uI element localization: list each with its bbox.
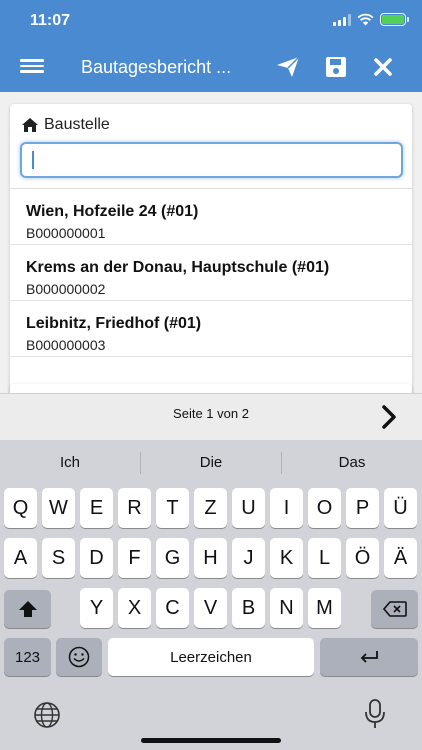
key-e[interactable]: E	[80, 488, 113, 528]
suggestion-2[interactable]: Die	[141, 454, 281, 471]
shift-key[interactable]	[4, 590, 51, 628]
key-z[interactable]: Z	[194, 488, 227, 528]
backspace-icon	[382, 601, 407, 617]
emoji-key[interactable]	[56, 638, 102, 676]
numbers-key[interactable]: 123	[4, 638, 51, 676]
wifi-icon	[357, 13, 374, 26]
key-k[interactable]: K	[270, 538, 303, 578]
battery-icon	[380, 13, 409, 26]
key-t[interactable]: T	[156, 488, 189, 528]
send-icon[interactable]	[275, 54, 301, 80]
key-c[interactable]: C	[156, 588, 189, 628]
home-icon	[22, 118, 38, 132]
field-label-text: Baustelle	[44, 116, 110, 133]
search-input[interactable]	[20, 142, 403, 178]
key-ü[interactable]: Ü	[384, 488, 417, 528]
result-code: B000000001	[26, 225, 106, 241]
key-v[interactable]: V	[194, 588, 227, 628]
app-bar: Bautagesbericht ...	[0, 42, 422, 92]
save-icon[interactable]	[323, 54, 349, 80]
key-f[interactable]: F	[118, 538, 151, 578]
pager: Seite 1 von 2	[0, 393, 422, 440]
key-g[interactable]: G	[156, 538, 189, 578]
emoji-icon	[68, 646, 90, 668]
key-r[interactable]: R	[118, 488, 151, 528]
status-bar: 11:07	[0, 0, 422, 42]
key-ö[interactable]: Ö	[346, 538, 379, 578]
space-key[interactable]: Leerzeichen	[108, 638, 314, 676]
key-p[interactable]: P	[346, 488, 379, 528]
key-m[interactable]: M	[308, 588, 341, 628]
results-list: Wien, Hofzeile 24 (#01) B000000001 Krems…	[10, 188, 412, 357]
list-item[interactable]: Krems an der Donau, Hauptschule (#01) B0…	[10, 245, 412, 301]
page-label: Seite 1 von 2	[173, 406, 249, 421]
suggestion-bar: Ich Die Das	[0, 440, 422, 484]
hamburger-icon	[20, 59, 44, 62]
key-s[interactable]: S	[42, 538, 75, 578]
status-icons	[333, 13, 409, 26]
key-j[interactable]: J	[232, 538, 265, 578]
key-q[interactable]: Q	[4, 488, 37, 528]
suggestion-1[interactable]: Ich	[0, 454, 140, 471]
cellular-signal-icon	[333, 13, 351, 26]
baustelle-card: Baustelle Wien, Hofzeile 24 (#01) B00000…	[10, 104, 412, 393]
return-key[interactable]	[320, 638, 418, 676]
globe-icon[interactable]	[32, 700, 62, 730]
key-ä[interactable]: Ä	[384, 538, 417, 578]
key-h[interactable]: H	[194, 538, 227, 578]
key-x[interactable]: X	[118, 588, 151, 628]
key-y[interactable]: Y	[80, 588, 113, 628]
home-indicator	[141, 738, 281, 743]
result-name: Wien, Hofzeile 24 (#01)	[26, 203, 199, 220]
result-code: B000000003	[26, 337, 106, 353]
status-time: 11:07	[30, 12, 71, 29]
content-area: Baustelle Wien, Hofzeile 24 (#01) B00000…	[0, 92, 422, 393]
keyboard: Ich Die Das QWERTZUIOPÜ ASDFGHJKLÖÄ YXCV…	[0, 440, 422, 750]
list-item[interactable]: Wien, Hofzeile 24 (#01) B000000001	[10, 189, 412, 245]
key-b[interactable]: B	[232, 588, 265, 628]
text-cursor	[32, 151, 34, 169]
key-n[interactable]: N	[270, 588, 303, 628]
key-u[interactable]: U	[232, 488, 265, 528]
list-item[interactable]: Leibnitz, Friedhof (#01) B000000003	[10, 301, 412, 357]
key-d[interactable]: D	[80, 538, 113, 578]
key-i[interactable]: I	[270, 488, 303, 528]
key-l[interactable]: L	[308, 538, 341, 578]
microphone-icon[interactable]	[363, 698, 387, 730]
field-label: Baustelle	[22, 116, 110, 134]
page-title: Bautagesbericht ...	[81, 57, 232, 77]
next-card	[10, 384, 412, 393]
return-icon	[360, 651, 378, 663]
chevron-right-icon[interactable]	[378, 404, 400, 430]
close-icon[interactable]	[370, 54, 396, 80]
result-name: Krems an der Donau, Hauptschule (#01)	[26, 259, 330, 276]
menu-button[interactable]	[20, 56, 44, 78]
result-code: B000000002	[26, 281, 106, 297]
key-a[interactable]: A	[4, 538, 37, 578]
suggestion-3[interactable]: Das	[282, 454, 422, 471]
key-w[interactable]: W	[42, 488, 75, 528]
backspace-key[interactable]	[371, 590, 418, 628]
key-o[interactable]: O	[308, 488, 341, 528]
result-name: Leibnitz, Friedhof (#01)	[26, 315, 202, 332]
shift-icon	[18, 601, 37, 617]
